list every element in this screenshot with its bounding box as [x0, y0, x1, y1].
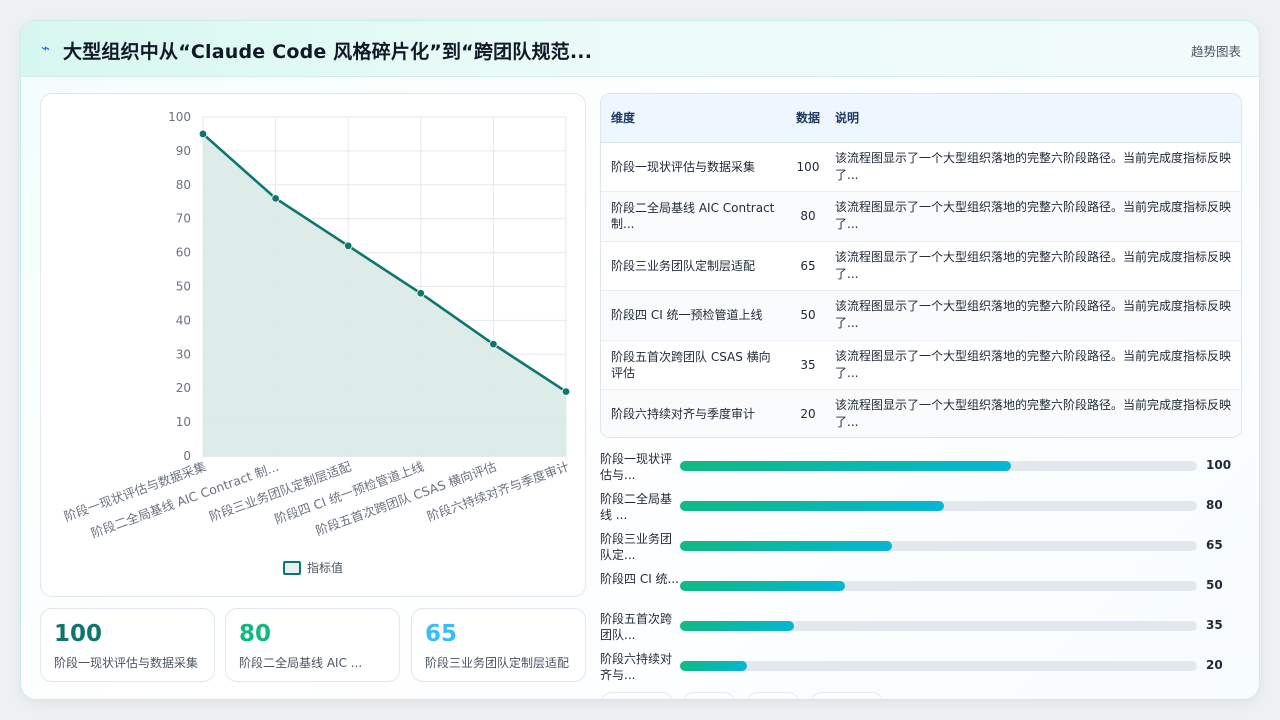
cell-description: 该流程图显示了一个大型组织落地的完整六阶段路径。当前完成度指标反映了... [825, 142, 1241, 192]
bar-track [680, 581, 1197, 591]
cell-description: 该流程图显示了一个大型组织落地的完整六阶段路径。当前完成度指标反映了... [825, 290, 1241, 341]
cell-name: 阶段一现状评估与数据采集 [601, 142, 791, 192]
bar-row: 阶段三业务团队定... 65 [600, 531, 1242, 571]
kpi-value: 100 [54, 621, 103, 647]
kpi-label: 阶段二全局基线 AIC ... [239, 656, 363, 670]
data-point [416, 289, 425, 298]
cell-value: 100 [791, 142, 825, 192]
filter-chip[interactable] [747, 692, 799, 699]
page-title: 大型组织中从“Claude Code 风格碎片化”到“跨团队规范... [63, 41, 593, 63]
kpi-card-3: 65 阶段三业务团队定制层适配 [411, 608, 586, 682]
cell-value: 50 [791, 290, 825, 341]
bar-label: 阶段六持续对齐与... [600, 652, 673, 682]
line-chart-panel: 0 10 20 30 40 50 60 70 80 90 100 阶段一现状评估与数据采集 阶段二全局基… [40, 93, 586, 597]
bar-row: 阶段五首次跨团队... 35 [600, 611, 1242, 651]
y-tick-label: 60 [176, 246, 191, 260]
cell-value: 80 [791, 191, 825, 242]
filter-chip[interactable] [811, 692, 883, 699]
cell-name: 阶段三业务团队定制层适配 [601, 241, 791, 291]
y-tick-label: 70 [176, 212, 191, 226]
bar-track [680, 541, 1197, 551]
column-header-data: 数据 [791, 94, 825, 143]
y-tick-label: 30 [176, 347, 191, 361]
bar-fill [680, 621, 794, 631]
cell-description: 该流程图显示了一个大型组织落地的完整六阶段路径。当前完成度指标反映了... [825, 241, 1241, 291]
cell-name: 阶段二全局基线 AIC Contract 制... [601, 191, 791, 242]
table-row: 阶段三业务团队定制层适配 65 该流程图显示了一个大型组织落地的完整六阶段路径。当前… [601, 241, 1241, 291]
bar-label: 阶段五首次跨团队... [600, 612, 673, 642]
cell-description: 该流程图显示了一个大型组织落地的完整六阶段路径。当前完成度指标反映了... [825, 389, 1241, 437]
kpi-value: 65 [425, 621, 458, 647]
bar-value: 80 [1206, 498, 1223, 512]
data-point [561, 387, 571, 396]
bar-label: 阶段二全局基线 ... [600, 492, 673, 522]
dashboard-card: ⌁ 大型组织中从“Claude Code 风格碎片化”到“跨团队规范... 趋势… [20, 20, 1260, 700]
kpi-value: 80 [239, 621, 272, 647]
cell-name: 阶段五首次跨团队 CSAS 横向评估 [601, 340, 791, 390]
kpi-card-1: 100 阶段一现状评估与数据采集 [40, 608, 215, 682]
filter-chip[interactable] [683, 692, 735, 699]
cell-value: 20 [791, 389, 825, 437]
cell-description: 该流程图显示了一个大型组织落地的完整六阶段路径。当前完成度指标反映了... [825, 340, 1241, 390]
column-header-dimension: 维度 [601, 94, 791, 143]
bar-fill [680, 501, 944, 511]
legend-swatch [283, 561, 301, 575]
table-header-row: 维度 数据 说明 [601, 94, 1241, 143]
chart-type-tag[interactable]: 趋势图表 [1191, 41, 1241, 60]
bar-label: 阶段四 CI 统... [600, 572, 679, 586]
bar-value: 50 [1206, 578, 1223, 592]
bar-value: 100 [1206, 458, 1232, 472]
cell-name: 阶段六持续对齐与季度审计 [601, 389, 791, 437]
data-point [344, 241, 353, 251]
bar-fill [680, 661, 748, 671]
data-point [198, 129, 208, 139]
bar-row: 阶段一现状评估与... 100 [600, 451, 1242, 491]
legend-label: 指标值 [307, 560, 343, 575]
y-tick-label: 0 [183, 449, 191, 463]
line-chart: 0102030405060708090100阶段一现状评估与数据采集阶段二全局基… [62, 110, 571, 575]
y-tick-label: 40 [176, 313, 191, 327]
table-row: 阶段五首次跨团队 CSAS 横向评估 35 该流程图显示了一个大型组织落地的完整六阶… [601, 340, 1241, 390]
bar-label: 阶段一现状评估与... [600, 452, 673, 482]
y-tick-label: 10 [176, 415, 191, 429]
bar-row: 阶段六持续对齐与... 20 [600, 651, 1242, 691]
bar-track [680, 621, 1197, 631]
kpi-label: 阶段三业务团队定制层适配 [425, 656, 570, 670]
bar-fill [680, 461, 1011, 471]
bar-value: 20 [1206, 658, 1223, 672]
bar-track [680, 461, 1197, 471]
y-tick-label: 20 [176, 381, 191, 395]
filter-chip[interactable] [601, 692, 673, 699]
cell-name: 阶段四 CI 统一预检管道上线 [601, 290, 791, 341]
table-row: 阶段一现状评估与数据采集 100 该流程图显示了一个大型组织落地的完整六阶段路径。当… [601, 142, 1241, 192]
table-row: 阶段六持续对齐与季度审计 20 该流程图显示了一个大型组织落地的完整六阶段路径。当前… [601, 389, 1241, 437]
y-tick-label: 90 [176, 144, 191, 158]
kpi-label: 阶段一现状评估与数据采集 [54, 656, 199, 670]
table-row: 阶段四 CI 统一预检管道上线 50 该流程图显示了一个大型组织落地的完整六阶段路径… [601, 290, 1241, 341]
bar-value: 35 [1206, 618, 1223, 632]
cell-description: 该流程图显示了一个大型组织落地的完整六阶段路径。当前完成度指标反映了... [825, 191, 1241, 242]
bar-fill [680, 541, 892, 551]
kpi-card-2: 80 阶段二全局基线 AIC ... [225, 608, 400, 682]
bar-track [680, 501, 1197, 511]
bar-row: 阶段四 CI 统... 50 [600, 571, 1242, 611]
bar-fill [680, 581, 846, 591]
data-point [271, 194, 280, 203]
progress-bar-list: 阶段一现状评估与... 100 阶段二全局基线 ... 80 阶段三业务团队定.… [600, 451, 1242, 691]
y-tick-label: 50 [176, 280, 191, 294]
bar-row: 阶段二全局基线 ... 80 [600, 491, 1242, 531]
lightning-icon: ⌁ [41, 39, 51, 57]
cell-value: 65 [791, 241, 825, 291]
column-header-description: 说明 [825, 94, 1241, 143]
bar-value: 65 [1206, 538, 1223, 552]
bar-track [680, 661, 1197, 671]
data-point [489, 339, 498, 349]
bar-label: 阶段三业务团队定... [600, 532, 673, 562]
y-tick-label: 80 [176, 178, 191, 192]
header: ⌁ 大型组织中从“Claude Code 风格碎片化”到“跨团队规范... 趋势… [21, 21, 1259, 77]
y-tick-label: 100 [168, 110, 191, 124]
data-table: 维度 数据 说明 阶段一现状评估与数据采集 100 该流程图显示了一个大型组织落地的… [600, 93, 1242, 438]
table-row: 阶段二全局基线 AIC Contract 制... 80 该流程图显示了一个大型组织… [601, 191, 1241, 242]
cell-value: 35 [791, 340, 825, 390]
